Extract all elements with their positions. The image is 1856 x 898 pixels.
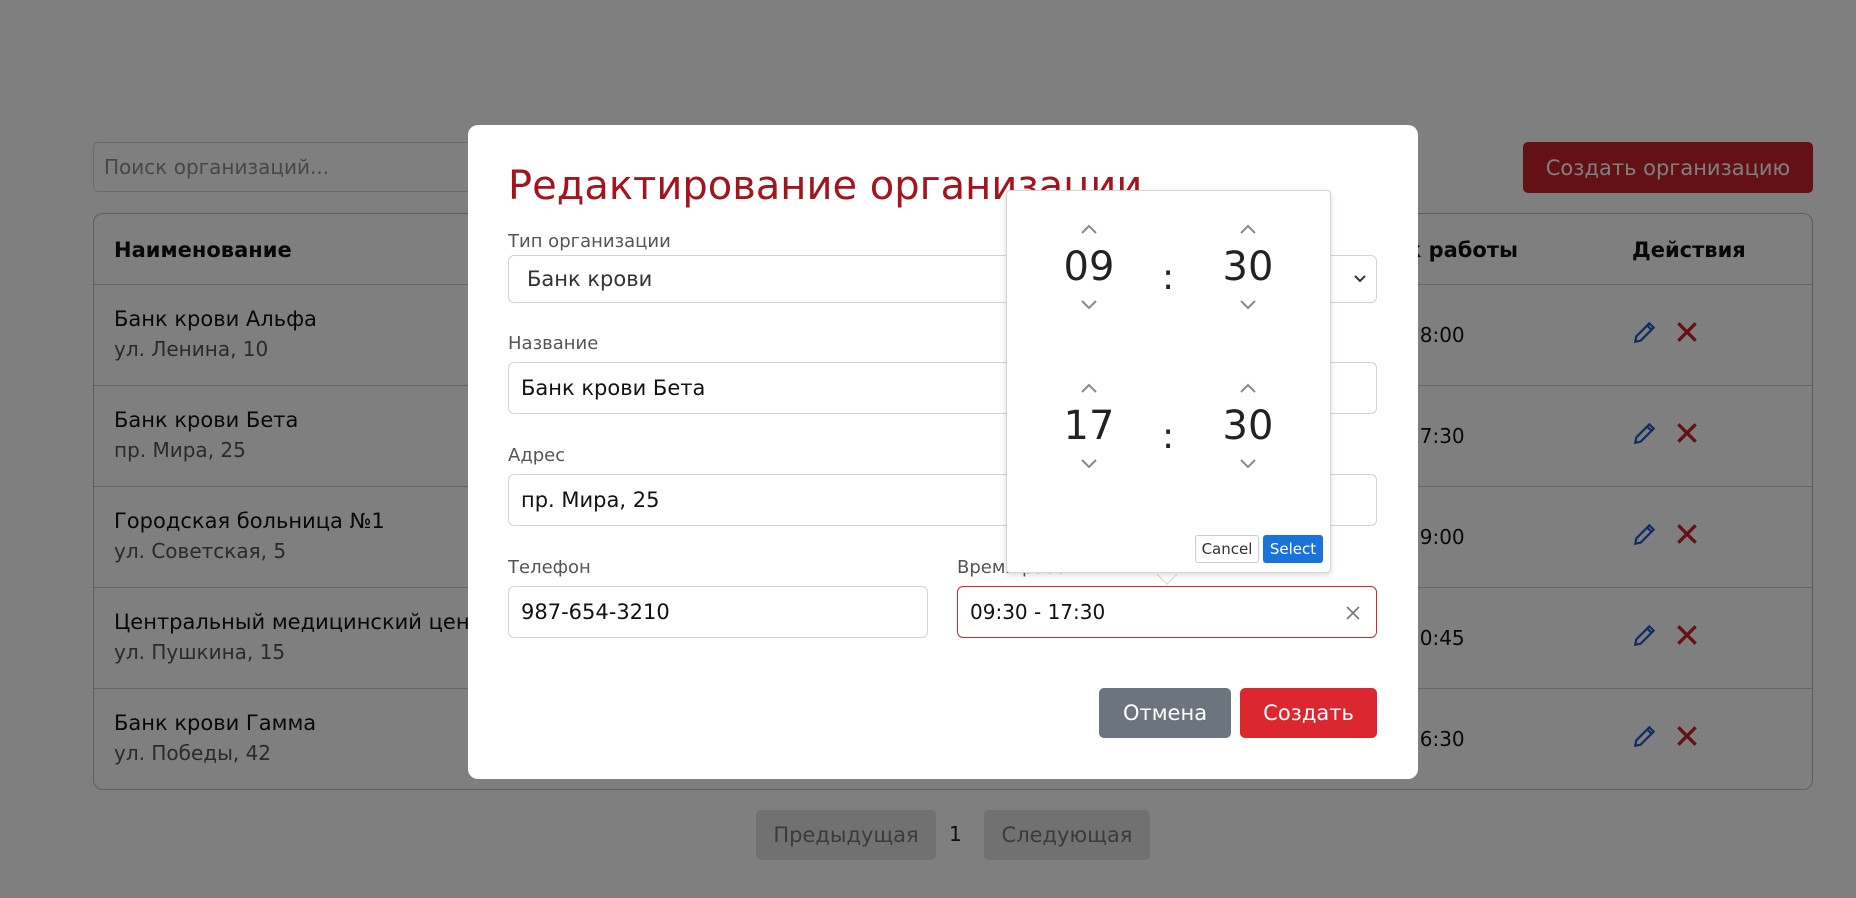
time-separator: : — [1162, 416, 1175, 457]
chevron-down-icon[interactable] — [1049, 454, 1129, 474]
start-minute-value[interactable]: 30 — [1208, 239, 1288, 295]
name-value: Банк крови Бета — [521, 376, 706, 400]
phone-input[interactable]: 987-654-3210 — [508, 586, 928, 638]
end-hour-value[interactable]: 17 — [1049, 398, 1129, 454]
chevron-up-icon[interactable] — [1208, 219, 1288, 239]
phone-label: Телефон — [508, 557, 591, 578]
picker-cancel-button[interactable]: Cancel — [1195, 535, 1259, 563]
time-range-picker: 09 : 30 17 : 30 Cancel Select — [1006, 190, 1331, 573]
submit-button[interactable]: Создать — [1240, 688, 1377, 738]
phone-value: 987-654-3210 — [521, 600, 670, 624]
address-label: Адрес — [508, 445, 566, 466]
name-label: Название — [508, 333, 599, 354]
chevron-down-icon[interactable] — [1208, 295, 1288, 315]
chevron-down-icon — [1354, 275, 1366, 283]
end-hour-spinner: 17 — [1049, 378, 1129, 474]
start-hour-value[interactable]: 09 — [1049, 239, 1129, 295]
end-minute-spinner: 30 — [1208, 378, 1288, 474]
working-hours-value: 09:30 - 17:30 — [970, 600, 1106, 624]
start-hour-spinner: 09 — [1049, 219, 1129, 315]
working-hours-input[interactable]: 09:30 - 17:30 — [957, 586, 1377, 638]
chevron-down-icon[interactable] — [1049, 295, 1129, 315]
clear-icon[interactable] — [1346, 606, 1360, 620]
time-separator: : — [1162, 257, 1175, 298]
chevron-up-icon[interactable] — [1049, 378, 1129, 398]
chevron-up-icon[interactable] — [1049, 219, 1129, 239]
cancel-button[interactable]: Отмена — [1099, 688, 1231, 738]
chevron-down-icon[interactable] — [1208, 454, 1288, 474]
end-minute-value[interactable]: 30 — [1208, 398, 1288, 454]
type-label: Тип организации — [508, 231, 671, 252]
picker-select-button[interactable]: Select — [1263, 535, 1323, 563]
start-minute-spinner: 30 — [1208, 219, 1288, 315]
type-selected-value: Банк крови — [527, 267, 653, 291]
address-value: пр. Мира, 25 — [521, 488, 660, 512]
chevron-up-icon[interactable] — [1208, 378, 1288, 398]
